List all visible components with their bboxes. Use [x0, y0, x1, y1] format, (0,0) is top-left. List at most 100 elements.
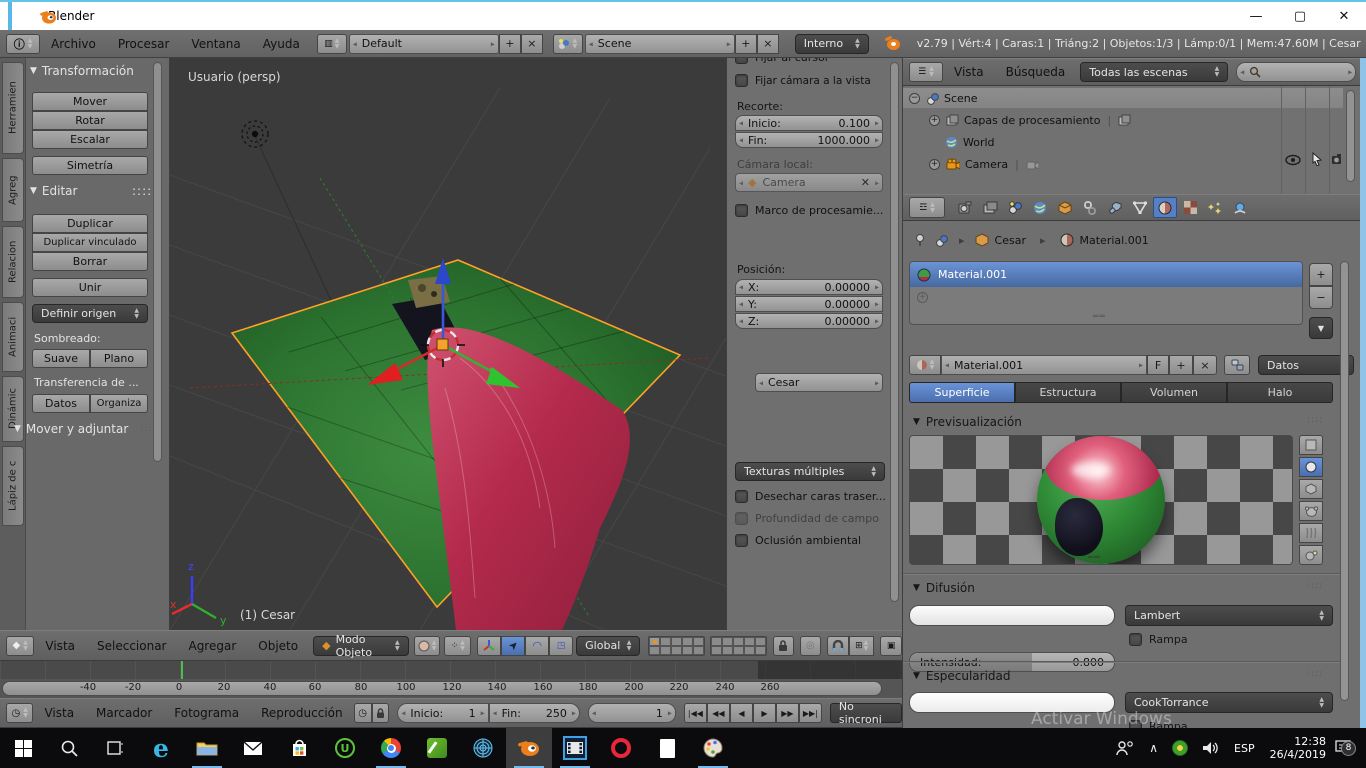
close-button[interactable]: ✕ [1322, 2, 1366, 30]
previous-keyframe-button[interactable]: ◀◀ [706, 703, 730, 723]
tab-relaciones[interactable]: Relacion [2, 226, 24, 298]
orientation-dropdown[interactable]: Global ▲ ▼ [576, 635, 641, 656]
outliner-scrollbar[interactable] [1346, 90, 1355, 182]
tab-agregar[interactable]: Agreg [2, 158, 24, 222]
preview-range-button[interactable]: ◷ [353, 703, 372, 723]
expand-icon[interactable]: + [929, 114, 940, 126]
scale-manipulator-toggle[interactable]: ◳ [549, 635, 574, 656]
pivot-center-dropdown[interactable]: ⁘ ▲ ▼ [444, 635, 472, 656]
panel-especularidad-header[interactable]: ▼ Especularidad [913, 669, 1011, 683]
datos-button[interactable]: Datos [32, 394, 90, 413]
notepad-icon[interactable] [644, 728, 690, 768]
fijar-cursor-row[interactable]: Fijar al cursor [735, 58, 829, 64]
breadcrumb-object[interactable]: Cesar [995, 234, 1026, 247]
task-view-button[interactable] [92, 728, 138, 768]
remove-material-slot-button[interactable]: − [1309, 286, 1333, 309]
visibility-eye-icon[interactable] [1285, 154, 1301, 169]
tab-volumen[interactable]: Volumen [1121, 382, 1227, 403]
list-resize-grip[interactable]: ══ [1093, 312, 1106, 322]
panel-difusion-header[interactable]: ▼ Difusión [913, 581, 975, 595]
outliner-row-scene[interactable]: − Scene [903, 88, 1343, 108]
blue-globe-app-icon[interactable] [460, 728, 506, 768]
diffuse-color-swatch[interactable] [909, 605, 1115, 626]
tab-animacion[interactable]: Animaci [2, 302, 24, 372]
definir-origen-dropdown[interactable]: Definir origen ▲ ▼ [32, 304, 148, 323]
clear-icon[interactable]: ✕ [861, 176, 870, 189]
sync-mode-dropdown[interactable]: No sincroni [829, 700, 902, 726]
cursor-x-field[interactable]: X:0.00000 [735, 279, 883, 295]
render-tab-icon[interactable] [953, 197, 977, 218]
tab-superficie[interactable]: Superficie [909, 382, 1015, 403]
scene-icon-button[interactable]: ▲ ▼ [552, 33, 583, 54]
unlink-material-button[interactable]: × [1193, 355, 1217, 375]
maximize-button[interactable]: ▢ [1278, 2, 1322, 30]
outliner-row-capas[interactable]: + Capas de procesamiento | [903, 110, 1343, 130]
opera-icon[interactable] [598, 728, 644, 768]
menu-vista-3d[interactable]: Vista [34, 639, 86, 653]
viewport-3d[interactable]: z x y Usuario (persp) (1) Cesar [170, 58, 726, 630]
collapse-icon[interactable]: − [909, 92, 920, 104]
modifiers-tab-icon[interactable] [1103, 197, 1127, 218]
outliner-row-camera[interactable]: + Camera | [903, 154, 1343, 174]
language-indicator[interactable]: ESP [1234, 742, 1255, 755]
proportional-edit-dropdown[interactable]: ◎ [799, 635, 822, 656]
local-camera-field[interactable]: ◆ Camera ✕ [735, 173, 883, 192]
mail-icon[interactable] [230, 728, 276, 768]
npanel-scrollbar[interactable] [890, 62, 899, 602]
blender-taskbar-icon[interactable] [506, 728, 552, 768]
volume-icon[interactable] [1202, 741, 1220, 755]
world-tab-icon[interactable] [1028, 197, 1052, 218]
blender-splash-icon[interactable] [884, 35, 903, 53]
add-material-slot-button[interactable]: + [1309, 263, 1333, 286]
editor-type-selector[interactable]: ⓘ ▲ ▼ [6, 33, 40, 54]
manipulator-axes-toggle[interactable] [477, 635, 502, 656]
lock-range-button[interactable] [371, 703, 390, 723]
render-engine-select[interactable]: Interno ▲ ▼ [794, 33, 869, 54]
marco-checkbox[interactable] [735, 204, 748, 217]
menu-vista-tl[interactable]: Vista [33, 706, 85, 720]
frame-end-field[interactable]: Fin:250 [488, 703, 580, 723]
add-layout-button[interactable]: + [498, 33, 521, 54]
paint-icon[interactable] [690, 728, 736, 768]
preview-world-button[interactable] [1299, 545, 1323, 565]
nodes-toggle-button[interactable] [1224, 355, 1250, 375]
object-data-tab-icon[interactable] [1128, 197, 1152, 218]
layout-name-field[interactable]: Default [348, 33, 499, 54]
start-button[interactable] [0, 728, 46, 768]
editor-type-selector-3d[interactable]: ◆ ▲ ▼ [6, 635, 35, 656]
preview-flat-button[interactable] [1299, 435, 1323, 455]
viewport-shading-dropdown[interactable]: ▲ ▼ [413, 635, 441, 656]
minimize-button[interactable]: — [1234, 2, 1278, 30]
constraints-tab-icon[interactable] [1078, 197, 1102, 218]
preview-monkey-button[interactable] [1299, 501, 1323, 521]
mode-dropdown[interactable]: ◆ Modo Objeto ▲ ▼ [313, 633, 409, 659]
menu-marcador[interactable]: Marcador [85, 706, 163, 720]
material-slot-empty[interactable]: + [910, 287, 1302, 307]
toolshelf-scrollbar[interactable] [153, 62, 162, 462]
browse-material-dropdown[interactable]: ▲ ▼ [909, 355, 941, 375]
particles-tab-icon[interactable] [1203, 197, 1227, 218]
texture-tab-icon[interactable] [1178, 197, 1202, 218]
menu-objeto[interactable]: Objeto [247, 639, 309, 653]
panel-resize-grip[interactable]: ══ [1088, 553, 1101, 563]
menu-ventana[interactable]: Ventana [180, 37, 251, 51]
timeline-ruler[interactable]: -40 -20 0 20 40 60 80 100 120 140 160 18… [0, 679, 902, 698]
outliner-row-world[interactable]: World [903, 132, 1343, 152]
properties-scrollbar[interactable] [1340, 261, 1349, 701]
green-graphics-app-icon[interactable] [414, 728, 460, 768]
fijar-cursor-checkbox[interactable] [735, 58, 748, 64]
shading-mode-dropdown[interactable]: Texturas múltiples ▲ ▼ [735, 462, 885, 481]
new-material-button[interactable]: + [1169, 355, 1193, 375]
panel-transformacion-header[interactable]: ▼ Transformación [30, 64, 134, 78]
current-frame-field[interactable]: 1 [587, 703, 676, 723]
taskbar-clock[interactable]: 12:38 26/4/2019 [1270, 735, 1326, 761]
fijar-camara-checkbox[interactable] [735, 74, 748, 87]
menu-archivo[interactable]: Archivo [40, 37, 107, 51]
panel-editar-header[interactable]: ▼ Editar [30, 184, 77, 198]
object-tab-icon[interactable] [1053, 197, 1077, 218]
chrome-icon[interactable] [368, 728, 414, 768]
pin-icon[interactable] [913, 233, 927, 247]
scene-tab-icon[interactable] [1003, 197, 1027, 218]
ao-row[interactable]: Oclusión ambiental [735, 534, 861, 547]
edge-icon[interactable]: e [138, 728, 184, 768]
